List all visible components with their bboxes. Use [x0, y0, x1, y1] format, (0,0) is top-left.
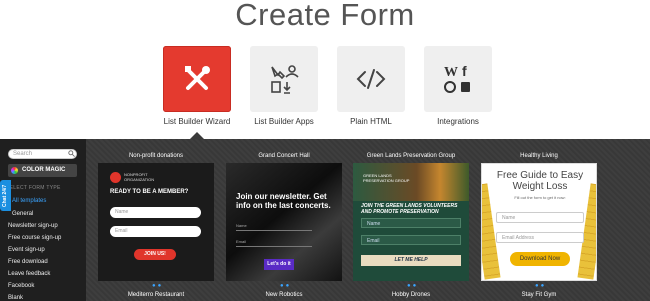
email-underline: [236, 246, 312, 247]
sidebar-item-free-download[interactable]: Free download: [8, 259, 48, 265]
email-field: Email Address: [496, 232, 584, 243]
template-title: Stay Fit Gym: [521, 292, 557, 298]
chat-tab[interactable]: Chat 24/7: [0, 180, 11, 211]
email-field: Email: [110, 226, 201, 237]
join-button: JOIN US!: [134, 249, 176, 260]
card-heading: JOIN THE GREEN LANDS VOLUNTEERS AND PROM…: [361, 203, 458, 215]
card-dots: ●●: [535, 283, 547, 289]
email-field: Email: [361, 235, 461, 245]
integrations-card[interactable]: W f: [424, 46, 492, 112]
template-title: Non-profit donations: [128, 153, 184, 159]
template-title: Healthy Living: [520, 153, 558, 159]
card-heading: Free Guide to Easy Weight Loss: [496, 170, 584, 192]
sidebar-item-general[interactable]: General: [12, 211, 33, 217]
template-card-nonprofit[interactable]: NONPROFIT ORGANIZATION READY TO BE A MEM…: [98, 163, 214, 281]
nonprofit-logo-text: NONPROFIT ORGANIZATION: [124, 172, 155, 182]
plain-html-card[interactable]: [337, 46, 405, 112]
list-builder-wizard-card[interactable]: [163, 46, 231, 112]
card-dots: ●●: [407, 283, 419, 289]
template-title: Hobby Drones: [391, 292, 431, 298]
integrations-label[interactable]: Integrations: [398, 117, 518, 126]
search-input[interactable]: Search: [8, 149, 77, 159]
color-wheel-icon: [11, 167, 18, 174]
svg-text:W: W: [444, 65, 458, 80]
card-heading: Join our newsletter. Get info on the las…: [236, 192, 331, 210]
sidebar-item-blank[interactable]: Blank: [8, 295, 23, 301]
name-field: Name: [361, 218, 461, 228]
sidebar-item-event[interactable]: Event sign-up: [8, 247, 45, 253]
card-heading: READY TO BE A MEMBER?: [110, 189, 189, 195]
svg-text:f: f: [462, 63, 467, 79]
sidebar-item-free-course[interactable]: Free course sign-up: [8, 235, 61, 241]
sidebar-item-all-templates[interactable]: All templates: [12, 198, 46, 204]
search-icon[interactable]: [68, 150, 75, 157]
card-dots: ●●: [152, 283, 164, 289]
name-label: Name: [236, 223, 247, 228]
download-button: Download Now: [510, 252, 570, 266]
template-title: Mediterro Restaurant: [127, 292, 185, 298]
sidebar-section-label: Select form type: [6, 185, 61, 191]
code-icon: [356, 69, 386, 89]
card-dots: ●●: [280, 283, 292, 289]
sidebar-item-newsletter[interactable]: Newsletter sign-up: [8, 223, 58, 229]
sidebar-item-feedback[interactable]: Leave feedback: [8, 271, 50, 277]
card-subheading: Fill out the form to get it now:: [514, 195, 566, 200]
help-button: LET ME HELP: [361, 255, 461, 266]
tools-icon: [185, 66, 210, 90]
template-title: Grand Concert Hall: [258, 153, 310, 159]
color-magic-button[interactable]: COLOR MAGIC: [8, 164, 77, 177]
green-lands-logo-text: GREEN LANDS PRESERVATION GROUP: [363, 173, 410, 183]
sidebar-item-facebook[interactable]: Facebook: [8, 283, 34, 289]
email-label: Email: [236, 239, 247, 244]
page-title: Create Form: [235, 0, 415, 32]
submit-button: Let's do it: [264, 259, 294, 270]
name-field: Name: [110, 207, 201, 218]
apps-icon: [271, 65, 299, 94]
template-title: New Robotics: [265, 292, 303, 298]
nonprofit-logo-icon: [110, 172, 121, 183]
list-builder-apps-card[interactable]: [250, 46, 318, 112]
template-card-green-lands[interactable]: GREEN LANDS PRESERVATION GROUP JOIN THE …: [353, 163, 469, 281]
name-field: Name: [496, 212, 584, 223]
name-underline: [236, 230, 312, 231]
integrations-icon: W f: [444, 63, 470, 93]
template-card-concert[interactable]: Join our newsletter. Get info on the las…: [226, 163, 342, 281]
template-title: Green Lands Preservation Group: [366, 153, 456, 159]
template-card-healthy-living[interactable]: Free Guide to Easy Weight Loss Fill out …: [481, 163, 597, 281]
